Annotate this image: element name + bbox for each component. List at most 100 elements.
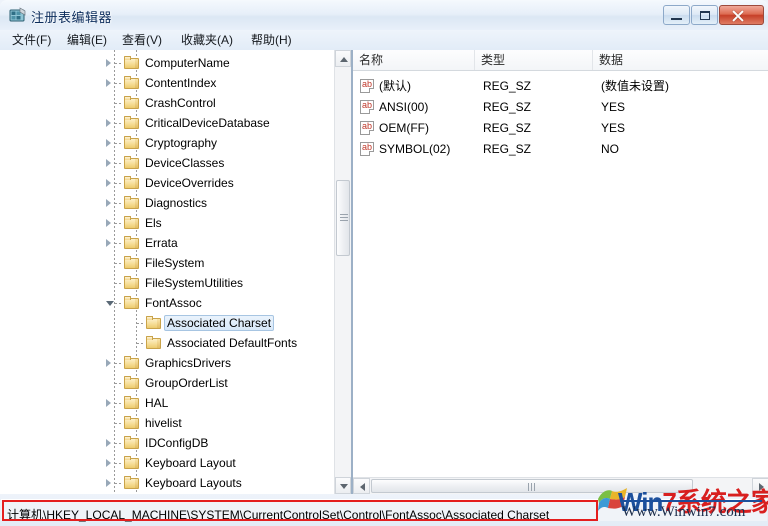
tree-item-label: Diagnostics <box>145 196 208 210</box>
window-title: 注册表编辑器 <box>31 10 113 25</box>
value-name-cell: SYMBOL(02) <box>379 142 451 156</box>
tree-item-label: FileSystemUtilities <box>145 276 244 290</box>
expand-arrow-closed-icon[interactable] <box>106 179 111 187</box>
expand-arrow-closed-icon[interactable] <box>106 359 111 367</box>
tree-connector-line <box>137 323 145 324</box>
values-column-header: 名称 类型 数据 <box>353 50 768 71</box>
tree-scroll-thumb[interactable] <box>336 180 350 256</box>
expand-arrow-open-icon[interactable] <box>106 301 114 306</box>
registry-tree-pane: ComputerName ContentIndex CrashControl Crit… <box>0 50 352 494</box>
tree-item-label: Keyboard Layouts <box>145 476 242 490</box>
tree-connector-line <box>115 303 123 304</box>
tree-item-label: Associated Charset <box>164 315 275 331</box>
menu-bar: 文件(F) 编辑(E) 查看(V) 收藏夹(A) 帮助(H) <box>0 30 768 50</box>
tree-item-label: Associated DefaultFonts <box>167 336 298 350</box>
menu-item-view[interactable]: 查看(V) <box>118 32 166 48</box>
menu-item-favorites[interactable]: 收藏夹(A) <box>177 32 237 48</box>
tree-connector-line <box>115 243 123 244</box>
tree-connector-line <box>115 203 123 204</box>
tree-scroll-down-button[interactable] <box>335 477 351 494</box>
value-data-cell: YES <box>601 121 626 135</box>
value-row[interactable]: SYMBOL(02) REG_SZ NO <box>353 139 768 160</box>
maximize-icon <box>700 11 710 20</box>
value-name-cell: ANSI(00) <box>379 100 429 114</box>
tree-scroll-up-button[interactable] <box>335 50 351 67</box>
value-row[interactable]: (默认) REG_SZ (数值未设置) <box>353 76 768 97</box>
folder-icon <box>124 296 139 309</box>
folder-icon <box>124 236 139 249</box>
folder-icon <box>124 96 139 109</box>
expand-arrow-closed-icon[interactable] <box>106 139 111 147</box>
tree-connector-line <box>115 143 123 144</box>
value-row[interactable]: ANSI(00) REG_SZ YES <box>353 97 768 118</box>
maximize-button[interactable] <box>691 5 718 25</box>
value-type-cell: REG_SZ <box>483 121 532 135</box>
expand-arrow-closed-icon[interactable] <box>106 199 111 207</box>
value-data-cell: (数值未设置) <box>601 79 669 93</box>
expand-arrow-closed-icon[interactable] <box>106 159 111 167</box>
folder-icon <box>124 276 139 289</box>
menu-item-edit[interactable]: 编辑(E) <box>63 32 111 48</box>
expand-arrow-closed-icon[interactable] <box>106 399 111 407</box>
folder-icon <box>124 156 139 169</box>
expand-arrow-closed-icon[interactable] <box>106 59 111 67</box>
folder-icon <box>146 336 161 349</box>
tree-connector-line <box>115 183 123 184</box>
value-row[interactable]: OEM(FF) REG_SZ YES <box>353 118 768 139</box>
folder-icon <box>124 136 139 149</box>
tree-connector-line <box>115 483 123 484</box>
folder-icon <box>124 216 139 229</box>
expand-arrow-closed-icon[interactable] <box>106 239 111 247</box>
tree-item-label: GraphicsDrivers <box>145 356 232 370</box>
tree-item-label: hivelist <box>145 416 182 430</box>
tree-connector-line <box>115 263 123 264</box>
menu-item-help[interactable]: 帮助(H) <box>247 32 296 48</box>
column-header-name[interactable]: 名称 <box>353 50 475 70</box>
registry-editor-window: 注册表编辑器 文件(F) 编辑(E) 查看(V) 收藏夹(A) 帮助(H) Co… <box>0 0 768 526</box>
values-scroll-left-button[interactable] <box>353 478 370 494</box>
folder-icon <box>124 116 139 129</box>
minimize-button[interactable] <box>663 5 690 25</box>
tree-connector-line <box>115 163 123 164</box>
tree-item-label: HAL <box>145 396 169 410</box>
tree-item-label: Cryptography <box>145 136 218 150</box>
chevron-down-icon <box>340 484 348 489</box>
expand-arrow-closed-icon[interactable] <box>106 459 111 467</box>
folder-icon <box>124 256 139 269</box>
expand-arrow-closed-icon[interactable] <box>106 79 111 87</box>
registry-values-pane: 名称类型数据 (默认) REG_SZ (数值未设置) ANSI(00) REG_SZ YE… <box>352 50 768 494</box>
tree-item-label: FileSystem <box>145 256 205 270</box>
expand-arrow-closed-icon[interactable] <box>106 479 111 487</box>
value-name-cell: OEM(FF) <box>379 121 429 135</box>
string-value-icon <box>360 100 374 114</box>
tree-connector-line <box>115 63 123 64</box>
watermark-divider <box>620 500 762 502</box>
registry-tree[interactable]: ComputerName ContentIndex CrashControl Crit… <box>0 50 335 494</box>
tree-item-label: CrashControl <box>145 96 216 110</box>
tree-item-label: ContentIndex <box>145 76 217 90</box>
expand-arrow-closed-icon[interactable] <box>106 119 111 127</box>
tree-item-label: Errata <box>145 236 178 250</box>
close-button[interactable] <box>719 5 764 25</box>
expand-arrow-closed-icon[interactable] <box>106 219 111 227</box>
folder-icon <box>124 396 139 409</box>
tree-item-label: IDConfigDB <box>145 436 209 450</box>
menu-item-file[interactable]: 文件(F) <box>8 32 55 48</box>
folder-icon <box>124 456 139 469</box>
tree-item-label: FontAssoc <box>145 296 202 310</box>
folder-icon <box>146 316 161 329</box>
window-controls <box>663 5 764 26</box>
expand-arrow-closed-icon[interactable] <box>106 439 111 447</box>
tree-vertical-scrollbar[interactable] <box>334 50 351 494</box>
path-highlight-annotation <box>2 500 598 521</box>
tree-item-label: DeviceOverrides <box>145 176 234 190</box>
column-header-data[interactable]: 数据 <box>593 50 768 70</box>
string-value-icon <box>360 79 374 93</box>
tree-indent-guide <box>114 50 115 494</box>
column-header-type[interactable]: 类型 <box>475 50 593 70</box>
tree-connector-line <box>115 83 123 84</box>
tree-connector-line <box>115 223 123 224</box>
folder-icon <box>124 56 139 69</box>
tree-item-label: ComputerName <box>145 56 230 70</box>
tree-connector-line <box>115 443 123 444</box>
